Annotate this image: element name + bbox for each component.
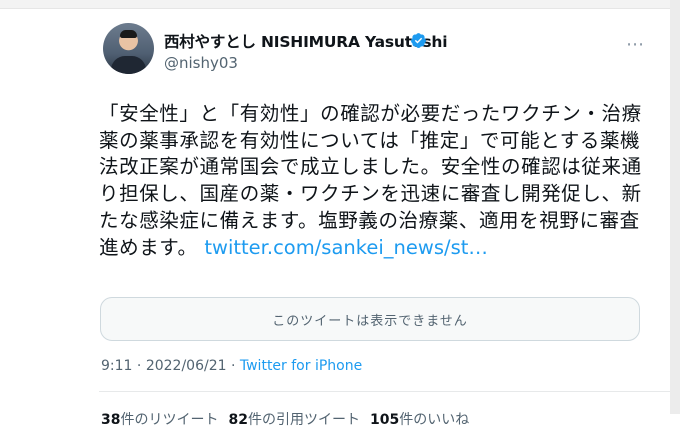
avatar-suit (111, 56, 146, 74)
retweets-stat[interactable]: 38件のリツイート (101, 412, 218, 428)
quotes-label: 件の引用ツイート (247, 412, 360, 428)
likes-stat[interactable]: 105件のいいね (370, 412, 469, 428)
handle[interactable]: @nishy03 (164, 54, 238, 72)
tweet-text: 「安全性」と「有効性」の確認が必要だったワクチン・治療薬の薬事承認を有効性につい… (99, 101, 659, 261)
verified-badge-icon (411, 33, 426, 48)
quotes-stat[interactable]: 82件の引用ツイート (228, 412, 359, 428)
display-name[interactable]: 西村やすとし NISHIMURA Yasutoshi (164, 30, 448, 52)
tweet-stats: 38件のリツイート 82件の引用ツイート 105件のいいね (101, 409, 469, 429)
avatar[interactable] (103, 23, 154, 74)
tweet-source-link[interactable]: Twitter for iPhone (240, 358, 362, 374)
avatar-hair (120, 30, 137, 38)
window-right-edge (670, 0, 680, 414)
retweets-label: 件のリツイート (120, 412, 219, 428)
tweet-time[interactable]: 9:11 (101, 358, 132, 374)
tweet-meta: 9:11 · 2022/06/21 · Twitter for iPhone (101, 358, 362, 374)
tweet-date[interactable]: 2022/06/21 (146, 358, 227, 374)
tweet-card: 西村やすとし NISHIMURA Yasutoshi @nishy03 ⋯ 「安… (0, 8, 670, 428)
likes-count: 105 (369, 412, 400, 428)
more-options-icon[interactable]: ⋯ (626, 34, 645, 55)
likes-label: 件のいいね (399, 412, 470, 428)
unavailable-quote-card: このツイートは表示できません (100, 297, 640, 341)
tweet-link[interactable]: twitter.com/sankei_news/st… (204, 236, 488, 259)
unavailable-notice: このツイートは表示できません (272, 313, 468, 329)
meta-separator: · (132, 358, 146, 374)
retweets-count: 38 (101, 412, 121, 428)
quotes-count: 82 (228, 412, 248, 428)
meta-separator-2: · (226, 358, 240, 374)
divider (99, 391, 670, 392)
